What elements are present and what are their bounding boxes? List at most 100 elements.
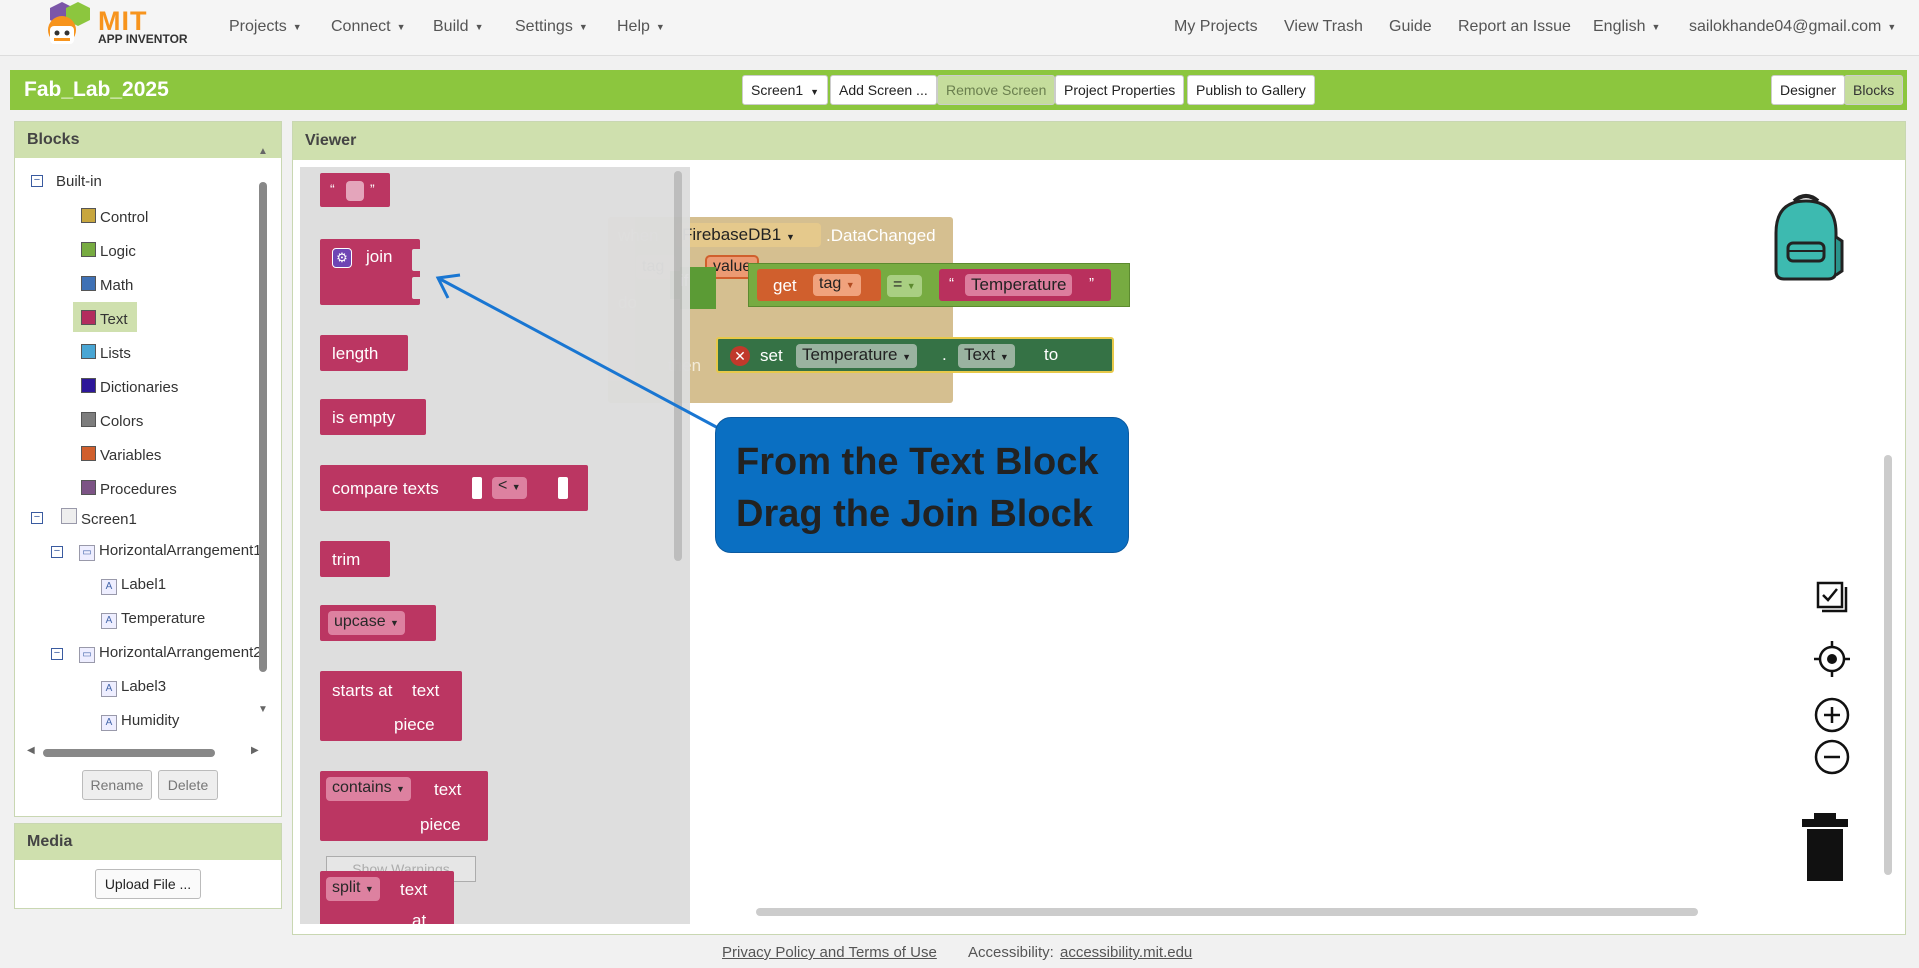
nav-settings[interactable]: Settings ▼: [515, 18, 588, 36]
checklist-icon[interactable]: [1814, 581, 1850, 617]
nav-settings-label: Settings: [515, 18, 573, 35]
designer-button[interactable]: Designer: [1771, 75, 1846, 105]
publish-gallery-button[interactable]: Publish to Gallery: [1187, 75, 1315, 105]
blocks-button[interactable]: Blocks: [1844, 75, 1904, 105]
arrangement-icon: ▭: [79, 545, 95, 561]
category-dictionaries[interactable]: Dictionaries: [81, 378, 178, 396]
scrollbar-thumb[interactable]: [259, 182, 267, 672]
tree-screen1[interactable]: Screen1: [61, 508, 137, 528]
tree-label3[interactable]: A Label3: [101, 678, 166, 697]
tree-built-in[interactable]: Built-in: [56, 173, 102, 190]
variables-color-swatch: [81, 446, 96, 461]
collapse-toggle-icon[interactable]: −: [51, 648, 63, 660]
nav-connect-label: Connect: [331, 18, 391, 35]
label-icon: A: [101, 715, 117, 731]
category-lists[interactable]: Lists: [81, 344, 131, 362]
rename-button[interactable]: Rename: [82, 770, 152, 800]
add-screen-button[interactable]: Add Screen ...: [830, 75, 937, 105]
category-colors[interactable]: Colors: [81, 412, 143, 430]
zoom-out-icon[interactable]: [1814, 739, 1850, 775]
category-logic[interactable]: Logic: [81, 242, 136, 260]
tree-temperature[interactable]: A Temperature: [101, 610, 205, 629]
text-color-swatch: [81, 310, 96, 325]
split-dropdown[interactable]: split ▼: [326, 877, 380, 901]
footer: Privacy Policy and Terms of Use Accessib…: [0, 936, 1919, 968]
chevron-down-icon: ▼: [396, 21, 406, 32]
control-color-swatch: [81, 208, 96, 223]
tree-horizontal-scrollbar[interactable]: ◀ ▶: [27, 745, 263, 758]
scroll-up-icon[interactable]: ▲: [258, 146, 268, 157]
tree-horizontal-arrangement-2[interactable]: ▭ HorizontalArrangement2: [79, 644, 269, 663]
nav-guide[interactable]: Guide: [1389, 18, 1432, 36]
nav-language[interactable]: English ▼: [1593, 18, 1660, 36]
viewer-title: Viewer: [293, 122, 1905, 160]
scroll-left-icon[interactable]: ◀: [27, 745, 35, 756]
category-label: Lists: [100, 345, 131, 362]
logo-icon: [48, 2, 90, 44]
nav-connect[interactable]: Connect ▼: [331, 18, 406, 36]
colors-color-swatch: [81, 412, 96, 427]
component-label: HorizontalArrangement2: [99, 644, 262, 661]
callout-line-2: Drag the Join Block: [736, 493, 1093, 535]
dictionaries-color-swatch: [81, 378, 96, 393]
media-panel-title: Media: [15, 824, 281, 860]
upcase-block[interactable]: upcase ▼: [320, 605, 436, 641]
upcase-dropdown[interactable]: upcase ▼: [328, 611, 405, 635]
tree-humidity[interactable]: A Humidity: [101, 712, 179, 731]
contains-label: contains: [332, 779, 392, 796]
scrollbar-thumb[interactable]: [43, 749, 215, 757]
category-variables[interactable]: Variables: [81, 446, 161, 464]
workspace-horizontal-scrollbar[interactable]: [756, 908, 1698, 916]
recenter-icon[interactable]: [1814, 641, 1850, 677]
trim-label: trim: [332, 550, 361, 569]
component-label: Label3: [121, 678, 167, 695]
nav-build[interactable]: Build ▼: [433, 18, 484, 36]
nav-help[interactable]: Help ▼: [617, 18, 665, 36]
app-inventor-logo[interactable]: MIT APP INVENTOR: [36, 2, 196, 50]
lists-color-swatch: [81, 344, 96, 359]
tree-vertical-scrollbar[interactable]: ▲ ▼: [258, 146, 268, 726]
contains-dropdown[interactable]: contains ▼: [326, 777, 411, 801]
chevron-down-icon: ▼: [474, 21, 484, 32]
upload-file-button[interactable]: Upload File ...: [95, 869, 201, 899]
nav-view-trash[interactable]: View Trash: [1284, 18, 1363, 36]
workspace-vertical-scrollbar[interactable]: [1884, 455, 1892, 875]
project-toolbar: Fab_Lab_2025 Screen1 ▼ Add Screen ... Rem…: [10, 70, 1907, 110]
trash-icon[interactable]: [1798, 813, 1852, 883]
blocks-panel: Blocks − Built-in Control Logic Math Tex…: [14, 121, 282, 817]
starts-at-block[interactable]: starts at text piece: [320, 671, 462, 741]
backpack-icon[interactable]: [1764, 193, 1848, 283]
category-procedures[interactable]: Procedures: [81, 480, 177, 498]
category-label: Text: [100, 311, 128, 328]
nav-report-issue[interactable]: Report an Issue: [1458, 18, 1571, 36]
nav-account[interactable]: sailokhande04@gmail.com ▼: [1689, 18, 1896, 36]
zoom-in-icon[interactable]: [1814, 697, 1850, 733]
screen-select[interactable]: Screen1 ▼: [742, 75, 829, 105]
blocks-workspace[interactable]: when FirebaseDB1 ▼ .DataChanged tag valu…: [300, 167, 1896, 924]
category-control[interactable]: Control: [81, 208, 148, 226]
scroll-down-icon[interactable]: ▼: [258, 704, 268, 715]
tree-horizontal-arrangement-1[interactable]: ▭ HorizontalArrangement1: [79, 542, 269, 561]
accessibility-link[interactable]: accessibility.mit.edu: [1060, 944, 1192, 961]
language-label: English: [1593, 18, 1646, 35]
privacy-link[interactable]: Privacy Policy and Terms of Use: [722, 944, 937, 961]
contains-block[interactable]: contains ▼ text piece: [320, 771, 488, 841]
account-email: sailokhande04@gmail.com: [1689, 18, 1882, 35]
split-block[interactable]: split ▼ text at: [320, 871, 454, 924]
scroll-right-icon[interactable]: ▶: [251, 745, 259, 756]
collapse-toggle-icon[interactable]: −: [31, 175, 43, 187]
collapse-toggle-icon[interactable]: −: [51, 546, 63, 558]
category-text[interactable]: Text: [73, 302, 137, 332]
delete-button[interactable]: Delete: [158, 770, 218, 800]
nav-help-label: Help: [617, 18, 650, 35]
collapse-toggle-icon[interactable]: −: [31, 512, 43, 524]
split-at-label: at: [412, 911, 427, 924]
category-math[interactable]: Math: [81, 276, 133, 294]
nav-my-projects[interactable]: My Projects: [1174, 18, 1258, 36]
trim-block[interactable]: trim: [320, 541, 390, 577]
nav-projects[interactable]: Projects ▼: [229, 18, 302, 36]
remove-screen-button[interactable]: Remove Screen: [937, 75, 1056, 105]
tree-label1[interactable]: A Label1: [101, 576, 166, 595]
project-properties-button[interactable]: Project Properties: [1055, 75, 1185, 105]
instruction-callout: From the Text Block Drag the Join Block: [715, 417, 1129, 553]
